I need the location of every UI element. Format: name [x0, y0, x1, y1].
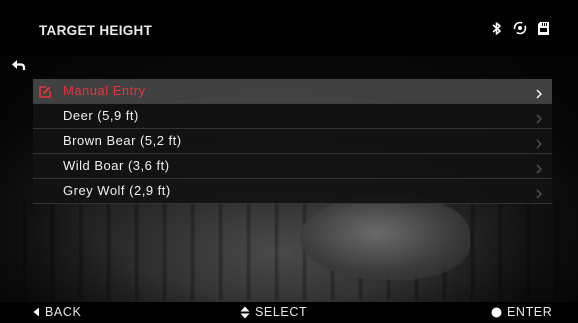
menu-item-label: Deer (5,9 ft): [63, 108, 139, 123]
circle-icon: [491, 307, 502, 317]
menu-item-label: Manual Entry: [63, 83, 146, 98]
select-button[interactable]: SELECT: [240, 305, 307, 319]
sd-card-icon: [536, 20, 550, 36]
menu-item-deer[interactable]: Deer (5,9 ft): [33, 104, 552, 129]
chevron-right-icon: [535, 135, 543, 149]
page-title: TARGET HEIGHT: [39, 23, 153, 38]
back-button[interactable]: BACK: [33, 305, 81, 319]
back-label: BACK: [45, 305, 82, 319]
select-label: SELECT: [255, 305, 308, 319]
bottom-bar: BACK SELECT ENTER: [0, 302, 578, 323]
target-height-menu: Manual Entry Deer (5,9 ft) Brown Bear (5…: [33, 79, 552, 204]
menu-item-grey-wolf[interactable]: Grey Wolf (2,9 ft): [33, 179, 552, 204]
status-icons: [490, 20, 550, 36]
chevron-right-icon: [535, 85, 543, 99]
enter-label: ENTER: [507, 305, 553, 319]
enter-button[interactable]: ENTER: [491, 305, 552, 319]
menu-item-manual-entry[interactable]: Manual Entry: [33, 79, 552, 104]
chevron-right-icon: [535, 160, 543, 174]
top-header: TARGET HEIGHT: [0, 0, 578, 56]
bluetooth-icon: [490, 20, 504, 36]
menu-item-brown-bear[interactable]: Brown Bear (5,2 ft): [33, 129, 552, 154]
chevron-right-icon: [535, 185, 543, 199]
menu-item-label: Wild Boar (3,6 ft): [63, 158, 170, 173]
up-down-arrows-icon: [240, 306, 250, 318]
wifi-icon: [513, 20, 527, 36]
menu-item-label: Brown Bear (5,2 ft): [63, 133, 182, 148]
chevron-right-icon: [535, 110, 543, 124]
triangle-left-icon: [33, 307, 39, 317]
back-arrow-icon[interactable]: [10, 57, 26, 71]
menu-item-label: Grey Wolf (2,9 ft): [63, 183, 171, 198]
menu-item-wild-boar[interactable]: Wild Boar (3,6 ft): [33, 154, 552, 179]
edit-icon: [38, 84, 52, 98]
